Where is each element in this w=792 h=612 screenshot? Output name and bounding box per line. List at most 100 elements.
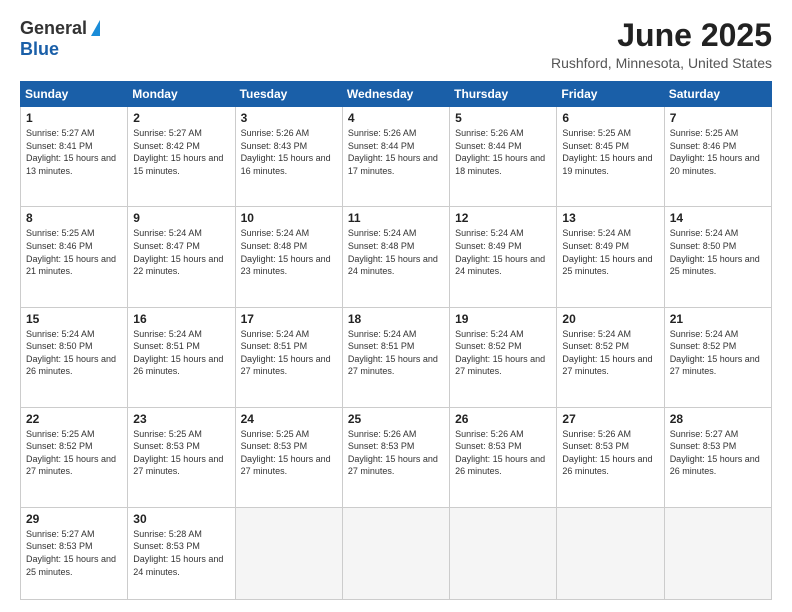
day-number: 15	[26, 312, 122, 326]
day-number: 11	[348, 211, 444, 225]
calendar-day-cell: 30 Sunrise: 5:28 AMSunset: 8:53 PMDayligh…	[128, 507, 235, 599]
calendar-day-cell	[342, 507, 449, 599]
calendar-day-cell: 17 Sunrise: 5:24 AMSunset: 8:51 PMDayligh…	[235, 307, 342, 407]
calendar-day-cell: 3Sunrise: 5:26 AMSunset: 8:43 PMDaylight…	[235, 107, 342, 207]
calendar-day-cell: 6 Sunrise: 5:25 AMSunset: 8:45 PMDaylight…	[557, 107, 664, 207]
calendar-week-5: 29 Sunrise: 5:27 AMSunset: 8:53 PMDayligh…	[21, 507, 772, 599]
day-number: 13	[562, 211, 658, 225]
calendar-day-cell: 22 Sunrise: 5:25 AMSunset: 8:52 PMDayligh…	[21, 407, 128, 507]
calendar-week-4: 22 Sunrise: 5:25 AMSunset: 8:52 PMDayligh…	[21, 407, 772, 507]
weekday-header-row: SundayMondayTuesdayWednesdayThursdayFrid…	[21, 82, 772, 107]
calendar-day-cell	[235, 507, 342, 599]
calendar-day-cell: 20Sunrise: 5:24 AMSunset: 8:52 PMDayligh…	[557, 307, 664, 407]
day-info: Sunrise: 5:25 AMSunset: 8:53 PMDaylight:…	[241, 428, 337, 478]
header: General Blue June 2025 Rushford, Minneso…	[20, 18, 772, 71]
calendar-week-2: 8 Sunrise: 5:25 AMSunset: 8:46 PMDaylight…	[21, 207, 772, 307]
calendar-day-cell: 14 Sunrise: 5:24 AMSunset: 8:50 PMDayligh…	[664, 207, 771, 307]
day-info: Sunrise: 5:24 AMSunset: 8:52 PMDaylight:…	[670, 328, 766, 378]
day-info: Sunrise: 5:24 AMSunset: 8:51 PMDaylight:…	[133, 328, 229, 378]
page: General Blue June 2025 Rushford, Minneso…	[0, 0, 792, 612]
day-info: Sunrise: 5:24 AMSunset: 8:50 PMDaylight:…	[670, 227, 766, 277]
logo-general-text: General	[20, 18, 87, 39]
day-number: 25	[348, 412, 444, 426]
day-number: 1	[26, 111, 122, 125]
calendar-day-cell: 5Sunrise: 5:26 AMSunset: 8:44 PMDaylight…	[450, 107, 557, 207]
day-info: Sunrise: 5:24 AMSunset: 8:47 PMDaylight:…	[133, 227, 229, 277]
calendar-day-cell: 26 Sunrise: 5:26 AMSunset: 8:53 PMDayligh…	[450, 407, 557, 507]
day-info: Sunrise: 5:28 AMSunset: 8:53 PMDaylight:…	[133, 528, 229, 578]
day-info: Sunrise: 5:24 AMSunset: 8:51 PMDaylight:…	[241, 328, 337, 378]
calendar-day-cell: 9Sunrise: 5:24 AMSunset: 8:47 PMDaylight…	[128, 207, 235, 307]
day-number: 20	[562, 312, 658, 326]
day-info: Sunrise: 5:24 AMSunset: 8:49 PMDaylight:…	[562, 227, 658, 277]
calendar-day-cell: 16Sunrise: 5:24 AMSunset: 8:51 PMDayligh…	[128, 307, 235, 407]
day-number: 12	[455, 211, 551, 225]
calendar-day-cell: 8 Sunrise: 5:25 AMSunset: 8:46 PMDaylight…	[21, 207, 128, 307]
location: Rushford, Minnesota, United States	[551, 55, 772, 71]
day-number: 17	[241, 312, 337, 326]
calendar-day-cell	[557, 507, 664, 599]
logo-triangle-icon	[91, 20, 100, 36]
day-info: Sunrise: 5:27 AMSunset: 8:42 PMDaylight:…	[133, 127, 229, 177]
day-info: Sunrise: 5:24 AMSunset: 8:49 PMDaylight:…	[455, 227, 551, 277]
day-number: 4	[348, 111, 444, 125]
day-info: Sunrise: 5:25 AMSunset: 8:46 PMDaylight:…	[26, 227, 122, 277]
calendar-day-cell: 23Sunrise: 5:25 AMSunset: 8:53 PMDayligh…	[128, 407, 235, 507]
day-info: Sunrise: 5:25 AMSunset: 8:52 PMDaylight:…	[26, 428, 122, 478]
day-number: 8	[26, 211, 122, 225]
day-info: Sunrise: 5:24 AMSunset: 8:48 PMDaylight:…	[348, 227, 444, 277]
day-info: Sunrise: 5:25 AMSunset: 8:46 PMDaylight:…	[670, 127, 766, 177]
day-info: Sunrise: 5:24 AMSunset: 8:50 PMDaylight:…	[26, 328, 122, 378]
month-title: June 2025	[551, 18, 772, 53]
day-number: 29	[26, 512, 122, 526]
day-number: 28	[670, 412, 766, 426]
day-info: Sunrise: 5:24 AMSunset: 8:48 PMDaylight:…	[241, 227, 337, 277]
day-info: Sunrise: 5:24 AMSunset: 8:52 PMDaylight:…	[455, 328, 551, 378]
calendar-day-cell: 10 Sunrise: 5:24 AMSunset: 8:48 PMDayligh…	[235, 207, 342, 307]
calendar-day-cell: 2 Sunrise: 5:27 AMSunset: 8:42 PMDaylight…	[128, 107, 235, 207]
calendar-day-cell: 25Sunrise: 5:26 AMSunset: 8:53 PMDayligh…	[342, 407, 449, 507]
day-number: 27	[562, 412, 658, 426]
day-number: 5	[455, 111, 551, 125]
day-number: 6	[562, 111, 658, 125]
calendar-day-cell: 18 Sunrise: 5:24 AMSunset: 8:51 PMDayligh…	[342, 307, 449, 407]
calendar-day-cell: 24 Sunrise: 5:25 AMSunset: 8:53 PMDayligh…	[235, 407, 342, 507]
weekday-header-wednesday: Wednesday	[342, 82, 449, 107]
calendar-day-cell: 1 Sunrise: 5:27 AMSunset: 8:41 PMDaylight…	[21, 107, 128, 207]
calendar-week-1: 1 Sunrise: 5:27 AMSunset: 8:41 PMDaylight…	[21, 107, 772, 207]
day-info: Sunrise: 5:26 AMSunset: 8:53 PMDaylight:…	[455, 428, 551, 478]
calendar-day-cell: 7 Sunrise: 5:25 AMSunset: 8:46 PMDaylight…	[664, 107, 771, 207]
day-number: 10	[241, 211, 337, 225]
calendar-day-cell: 4 Sunrise: 5:26 AMSunset: 8:44 PMDaylight…	[342, 107, 449, 207]
day-number: 18	[348, 312, 444, 326]
day-number: 21	[670, 312, 766, 326]
day-info: Sunrise: 5:25 AMSunset: 8:45 PMDaylight:…	[562, 127, 658, 177]
calendar-day-cell: 19 Sunrise: 5:24 AMSunset: 8:52 PMDayligh…	[450, 307, 557, 407]
weekday-header-monday: Monday	[128, 82, 235, 107]
calendar-day-cell: 12 Sunrise: 5:24 AMSunset: 8:49 PMDayligh…	[450, 207, 557, 307]
day-info: Sunrise: 5:24 AMSunset: 8:51 PMDaylight:…	[348, 328, 444, 378]
day-number: 26	[455, 412, 551, 426]
calendar-table: SundayMondayTuesdayWednesdayThursdayFrid…	[20, 81, 772, 600]
weekday-header-saturday: Saturday	[664, 82, 771, 107]
day-number: 2	[133, 111, 229, 125]
weekday-header-friday: Friday	[557, 82, 664, 107]
day-info: Sunrise: 5:27 AMSunset: 8:53 PMDaylight:…	[670, 428, 766, 478]
day-number: 19	[455, 312, 551, 326]
weekday-header-thursday: Thursday	[450, 82, 557, 107]
calendar-day-cell	[450, 507, 557, 599]
header-right: June 2025 Rushford, Minnesota, United St…	[551, 18, 772, 71]
logo: General Blue	[20, 18, 100, 60]
day-number: 30	[133, 512, 229, 526]
day-info: Sunrise: 5:26 AMSunset: 8:44 PMDaylight:…	[348, 127, 444, 177]
calendar-day-cell: 21 Sunrise: 5:24 AMSunset: 8:52 PMDayligh…	[664, 307, 771, 407]
day-number: 23	[133, 412, 229, 426]
day-number: 14	[670, 211, 766, 225]
day-number: 22	[26, 412, 122, 426]
day-info: Sunrise: 5:26 AMSunset: 8:43 PMDaylight:…	[241, 127, 337, 177]
day-info: Sunrise: 5:27 AMSunset: 8:53 PMDaylight:…	[26, 528, 122, 578]
day-info: Sunrise: 5:27 AMSunset: 8:41 PMDaylight:…	[26, 127, 122, 177]
day-info: Sunrise: 5:26 AMSunset: 8:53 PMDaylight:…	[562, 428, 658, 478]
day-number: 24	[241, 412, 337, 426]
day-number: 7	[670, 111, 766, 125]
